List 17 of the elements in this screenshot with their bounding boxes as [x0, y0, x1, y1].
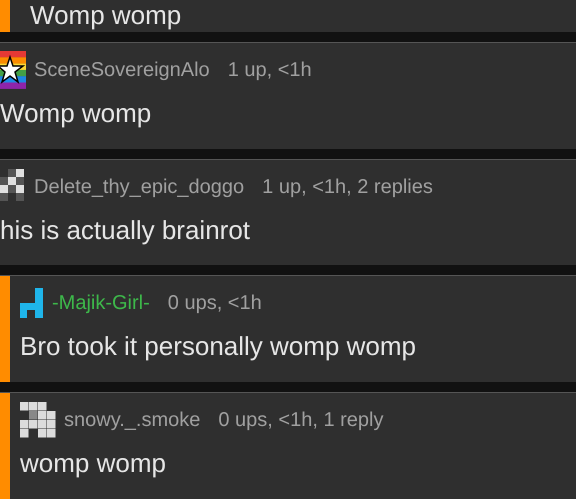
pixel-avatar-icon	[20, 288, 44, 318]
comment-meta: 0 ups, <1h	[168, 291, 262, 316]
comment-text: Womp womp	[0, 96, 152, 129]
username[interactable]: -Majik-Girl-	[52, 288, 150, 318]
reply-bar	[0, 0, 10, 32]
comment-text: womp womp	[20, 447, 167, 480]
username[interactable]: Delete_thy_epic_doggo	[34, 172, 244, 202]
comment-text: Womp womp	[30, 0, 182, 31]
username[interactable]: SceneSovereignAlo	[34, 54, 210, 85]
rainbow-star-icon	[0, 50, 26, 89]
comment-text: his is actually brainrot	[0, 214, 251, 246]
username[interactable]: snowy._.smoke	[64, 405, 200, 436]
comment-meta: 1 up, <1h	[228, 58, 312, 83]
comment-meta: 1 up, <1h, 2 replies	[262, 174, 433, 200]
comment-text: Bro took it personally womp womp	[20, 330, 416, 362]
pixel-avatar-icon	[20, 402, 56, 438]
comment-meta: 0 ups, <1h, 1 reply	[218, 408, 384, 434]
